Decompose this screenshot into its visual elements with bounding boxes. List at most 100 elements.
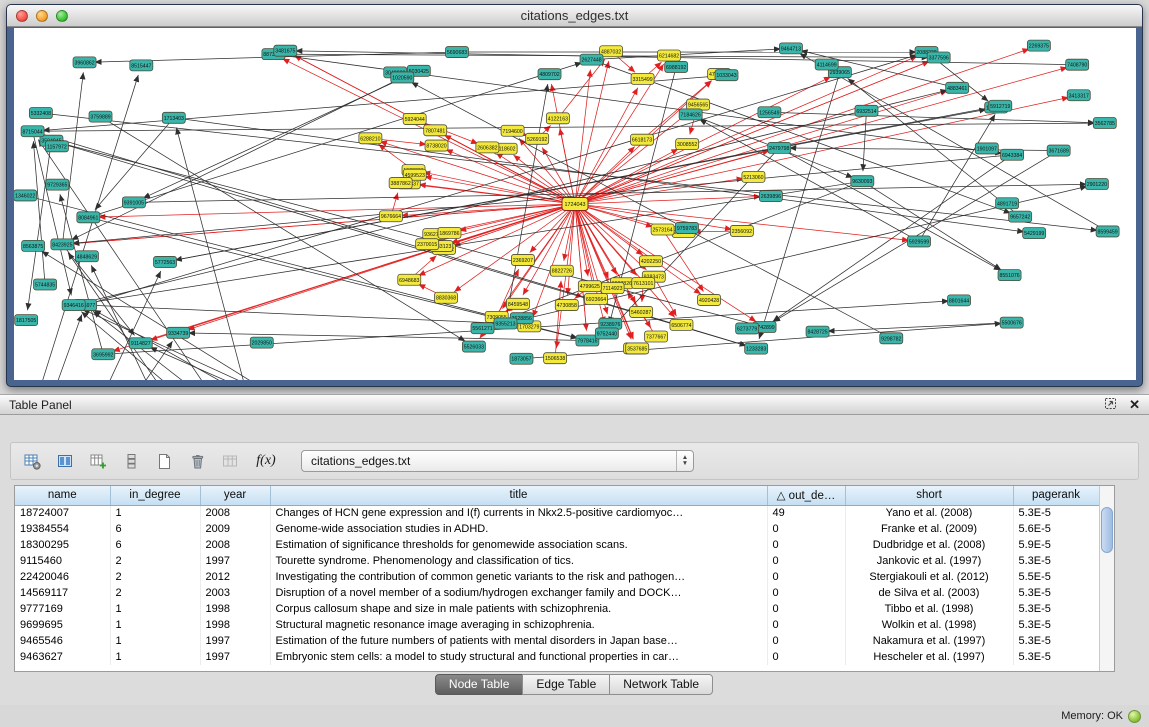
graph-edge[interactable]	[188, 333, 587, 341]
row-options-button[interactable]	[118, 448, 144, 474]
graph-node-label: 1233283	[746, 347, 766, 353]
graph-node-label: 1873057	[511, 357, 531, 363]
graph-edge[interactable]	[33, 141, 45, 284]
graph-edge[interactable]	[72, 204, 575, 244]
table-row[interactable]: 1872400712008Changes of HCN gene express…	[15, 505, 1099, 521]
table-row[interactable]: 2242004622012Investigating the contribut…	[15, 569, 1099, 585]
minimize-window-button[interactable]	[36, 10, 48, 22]
table-selector[interactable]: citations_edges.txt ▲▼	[301, 450, 694, 472]
graph-node-label: 5772563	[155, 260, 175, 266]
table-row[interactable]: 969969511998Structural magnetic resonanc…	[15, 617, 1099, 633]
column-visibility-button[interactable]	[52, 448, 78, 474]
table-row[interactable]: 1456911722003Disruption of a novel membe…	[15, 585, 1099, 601]
graph-edge[interactable]	[663, 230, 704, 292]
graph-node-label: 4887032	[601, 49, 621, 55]
float-panel-icon[interactable]	[1104, 397, 1117, 413]
graph-edge[interactable]	[83, 309, 255, 380]
graph-node-label: 2479798	[769, 146, 789, 152]
graph-edge[interactable]	[505, 84, 547, 323]
graph-edge[interactable]	[654, 277, 677, 317]
graph-edge[interactable]	[95, 118, 174, 210]
graph-edge[interactable]	[42, 251, 262, 380]
network-canvas[interactable]: 6693826331549963688123377337192880671946…	[14, 28, 1136, 380]
graph-edge[interactable]	[43, 75, 727, 130]
graph-edge[interactable]	[85, 55, 917, 305]
graph-node-label: 9114827	[131, 341, 151, 347]
graph-edge[interactable]	[33, 131, 72, 295]
table-row[interactable]: 946362711997Embryonic stem cells: a mode…	[15, 649, 1099, 665]
graph-node-label: 6943384	[1002, 153, 1022, 159]
column-header-short[interactable]: short	[845, 486, 1013, 505]
graph-node-label: 8801644	[949, 298, 969, 304]
network-window-title: citations_edges.txt	[7, 5, 1142, 27]
graph-node-label: 2370015	[417, 242, 437, 248]
graph-node-label: 4891719	[997, 201, 1017, 207]
column-header-out_de[interactable]: △ out_de…	[767, 486, 845, 505]
graph-node-label: 3377596	[929, 56, 949, 62]
table-row[interactable]: 977716911998Corpus callosum shape and si…	[15, 601, 1099, 617]
graph-node-label: 5429199	[1024, 231, 1044, 237]
graph-node-label: 2356092	[732, 229, 752, 235]
zoom-window-button[interactable]	[56, 10, 68, 22]
scrollbar-thumb[interactable]	[1101, 507, 1113, 553]
table-scrollbar[interactable]	[1099, 486, 1114, 671]
graph-node-label: 4730858	[557, 303, 577, 309]
graph-edge[interactable]	[150, 347, 243, 380]
table-row[interactable]: 1830029562008Estimation of significance …	[15, 537, 1099, 553]
function-builder-button[interactable]: f(x)	[250, 448, 282, 474]
graph-node-label: 6988192	[666, 65, 686, 71]
graph-edge[interactable]	[575, 204, 643, 255]
graph-node-label: 6288210	[360, 136, 380, 142]
graph-edge[interactable]	[106, 271, 160, 380]
table-row[interactable]: 946554611997Estimation of the future num…	[15, 633, 1099, 649]
graph-node-label: 5690683	[447, 50, 467, 56]
graph-edge[interactable]	[919, 114, 995, 241]
graph-edge[interactable]	[828, 323, 1012, 332]
graph-edge[interactable]	[55, 314, 81, 380]
column-header-title[interactable]: title	[270, 486, 767, 505]
close-panel-icon[interactable]: ✕	[1129, 398, 1140, 411]
add-column-button[interactable]	[85, 448, 111, 474]
graph-node-label: 5500676	[1002, 321, 1022, 327]
column-header-in_degree[interactable]: in_degree	[110, 486, 200, 505]
column-header-year[interactable]: year	[200, 486, 270, 505]
graph-edge[interactable]	[72, 155, 1012, 244]
graph-node-label: 9298782	[881, 336, 901, 342]
table-row[interactable]: 1938455462009Genome-wide association stu…	[15, 521, 1099, 537]
graph-edge[interactable]	[862, 181, 1001, 270]
graph-node-label: 7114923	[603, 286, 623, 292]
graph-node-label: 6932514	[856, 109, 876, 115]
graph-node-label: 7978416	[577, 339, 597, 345]
graph-node-label: 5213060	[743, 175, 763, 181]
new-table-button[interactable]	[151, 448, 177, 474]
graph-edge[interactable]	[568, 204, 575, 295]
import-table-button[interactable]	[217, 448, 243, 474]
tab-node-table[interactable]: Node Table	[435, 674, 524, 695]
graph-node-label: 7613101	[633, 281, 653, 287]
graph-node-label: 2606382	[477, 145, 497, 151]
network-window-titlebar[interactable]: citations_edges.txt	[7, 5, 1142, 27]
table-mode-button[interactable]	[19, 448, 45, 474]
graph-node-label: 9238976	[600, 322, 620, 328]
graph-edge[interactable]	[74, 90, 948, 305]
graph-node-label: 5460287	[631, 310, 651, 316]
tab-network-table[interactable]: Network Table	[609, 674, 713, 695]
graph-node-label: 1346022	[15, 193, 35, 199]
tab-edge-table[interactable]: Edge Table	[522, 674, 610, 695]
graph-edge[interactable]	[800, 53, 1108, 231]
graph-node-label: 9729365	[47, 183, 67, 189]
column-header-name[interactable]: name	[15, 486, 110, 505]
table-selector-value: citations_edges.txt	[302, 454, 676, 468]
delete-table-button[interactable]	[184, 448, 210, 474]
graph-edge[interactable]	[91, 265, 149, 380]
graph-edge[interactable]	[85, 305, 495, 323]
graph-edge[interactable]	[84, 181, 863, 303]
graph-node-label: 9355213	[495, 321, 515, 327]
column-header-pagerank[interactable]: pagerank	[1013, 486, 1099, 505]
close-window-button[interactable]	[16, 10, 28, 22]
graph-node-label: 1256549	[759, 110, 779, 116]
graph-node-label: 6923664	[586, 297, 606, 303]
table-row[interactable]: 911546021997Tourette syndrome. Phenomeno…	[15, 553, 1099, 569]
graph-node-label: 2269375	[1029, 44, 1049, 50]
graph-node-label: 3481675	[275, 49, 295, 55]
